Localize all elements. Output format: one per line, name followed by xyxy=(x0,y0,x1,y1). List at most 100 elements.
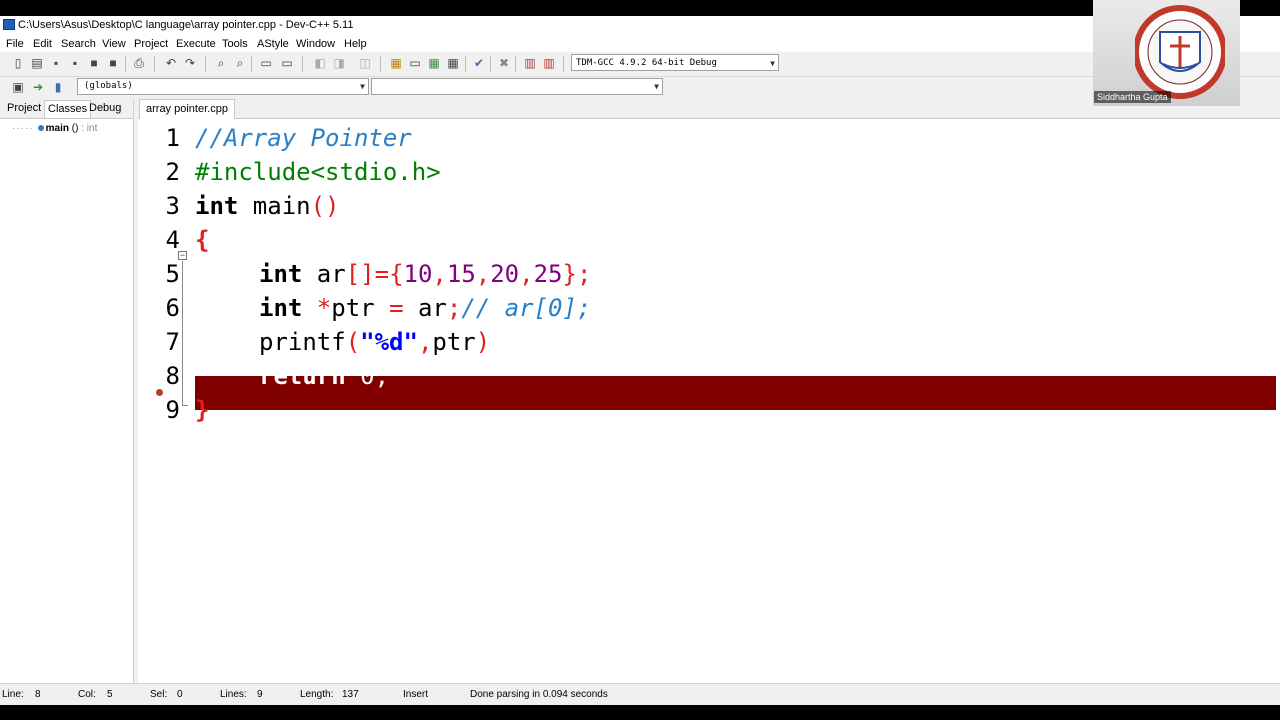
menu-execute[interactable]: Execute xyxy=(176,38,216,50)
menu-help[interactable]: Help xyxy=(344,38,367,50)
line-number: 3 xyxy=(165,192,180,220)
menu-window[interactable]: Window xyxy=(296,38,335,50)
code-editor: array pointer.cpp 1 2 3 4 5 6 7 8 9 − //… xyxy=(138,99,1280,683)
dev-cpp-window: C:\Users\Asus\Desktop\C language\array p… xyxy=(0,16,1280,705)
status-lines-value: 9 xyxy=(257,689,263,700)
breakpoint-icon[interactable] xyxy=(156,389,163,396)
compiler-select-value: TDM-GCC 4.9.2 64-bit Debug xyxy=(576,58,717,68)
line-number: 6 xyxy=(165,294,180,322)
line-number: 4 xyxy=(165,226,180,254)
fold-end xyxy=(182,405,188,406)
undo-icon[interactable]: ↶ xyxy=(163,55,179,71)
menu-search[interactable]: Search xyxy=(61,38,96,50)
chevron-down-icon: ▼ xyxy=(770,59,775,68)
status-bar: Line: 8 Col: 5 Sel: 0 Lines: 9 Length: 1… xyxy=(0,683,1280,705)
scope-select[interactable]: (globals) ▼ xyxy=(77,78,369,95)
tab-debug[interactable]: Debug xyxy=(86,100,124,117)
webcam-overlay: Siddhartha Gupta xyxy=(1093,0,1240,106)
menu-astyle[interactable]: AStyle xyxy=(257,38,289,50)
line-number: 5 xyxy=(165,260,180,288)
file-tab[interactable]: array pointer.cpp xyxy=(139,99,235,119)
function-signature: () xyxy=(71,123,79,134)
menu-tools[interactable]: Tools xyxy=(222,38,248,50)
stop-execution-icon[interactable]: ✖ xyxy=(496,55,512,71)
menu-project[interactable]: Project xyxy=(134,38,168,50)
title-bar: C:\Users\Asus\Desktop\C language\array p… xyxy=(0,16,1280,35)
tab-project[interactable]: Project xyxy=(4,100,44,117)
code-line-3: int main() xyxy=(195,192,340,220)
line-number: 9 xyxy=(165,396,180,424)
participant-name: Siddhartha Gupta xyxy=(1094,91,1171,103)
menu-edit[interactable]: Edit xyxy=(33,38,52,50)
window-title: C:\Users\Asus\Desktop\C language\array p… xyxy=(18,19,354,31)
code-line-1: //Array Pointer xyxy=(195,124,412,152)
status-line-label: Line: xyxy=(2,689,24,700)
redo-icon[interactable]: ↷ xyxy=(182,55,198,71)
save-all-icon[interactable]: ▪ xyxy=(67,55,83,71)
close-file-icon[interactable]: ■ xyxy=(86,55,102,71)
menu-view[interactable]: View xyxy=(102,38,126,50)
code-line-2: #include<stdio.h> xyxy=(195,158,441,186)
run-icon[interactable]: ▭ xyxy=(407,55,423,71)
compile-icon[interactable]: ▦ xyxy=(388,55,404,71)
new-file-icon[interactable]: ▯ xyxy=(10,55,26,71)
find-icon[interactable]: ⌕ xyxy=(213,55,229,71)
line-number: 2 xyxy=(165,158,180,186)
status-col-label: Col: xyxy=(78,689,96,700)
tab-classes[interactable]: Classes xyxy=(44,100,92,118)
status-length-value: 137 xyxy=(342,689,359,700)
scope-select-value: (globals) xyxy=(84,81,133,91)
function-return-type: : int xyxy=(81,123,98,134)
code-area[interactable]: 1 2 3 4 5 6 7 8 9 − //Array Pointer #inc… xyxy=(138,119,1280,679)
fold-line xyxy=(182,261,183,406)
status-lines-label: Lines: xyxy=(220,689,247,700)
chevron-down-icon: ▼ xyxy=(654,82,659,91)
toggle-comment-icon[interactable]: ◫ xyxy=(357,55,373,71)
compiler-select[interactable]: TDM-GCC 4.9.2 64-bit Debug ▼ xyxy=(571,54,779,71)
rebuild-icon[interactable]: ▦ xyxy=(445,55,461,71)
menu-bar: File Edit Search View Project Execute To… xyxy=(0,35,1280,53)
left-panel: Project Classes Debug ····· main () : int xyxy=(0,99,134,683)
panel-tabs: Project Classes Debug xyxy=(0,99,133,119)
indent-icon[interactable]: ◧ xyxy=(312,55,328,71)
status-sel-label: Sel: xyxy=(150,689,168,700)
code-line-4: { xyxy=(195,226,210,254)
toggle-bookmark-icon[interactable]: ▮ xyxy=(50,79,66,95)
status-mode: Insert xyxy=(403,689,429,700)
check-syntax-icon[interactable]: ✔ xyxy=(471,55,487,71)
chevron-down-icon: ▼ xyxy=(360,82,365,91)
menu-file[interactable]: File xyxy=(6,38,24,50)
save-icon[interactable]: ▪ xyxy=(48,55,64,71)
replace-icon[interactable]: ⌕ xyxy=(232,55,248,71)
close-all-icon[interactable]: ■ xyxy=(105,55,121,71)
line-number: 8 xyxy=(165,362,180,390)
code-line-7: printf("%d",ptr) xyxy=(259,328,491,356)
status-sel-value: 0 xyxy=(177,689,183,700)
goto-line-icon[interactable]: ▭ xyxy=(258,55,274,71)
function-icon xyxy=(37,125,44,131)
unindent-icon[interactable]: ◨ xyxy=(331,55,347,71)
code-line-9: } xyxy=(195,396,210,424)
fold-toggle-icon[interactable]: − xyxy=(178,251,187,260)
code-line-6: int *ptr = ar;// ar[0]; xyxy=(259,294,592,322)
status-length-label: Length: xyxy=(300,689,334,700)
college-logo xyxy=(1135,5,1225,99)
print-icon[interactable]: ⎙ xyxy=(131,55,147,71)
main-toolbar: ▯ ▤ ▪ ▪ ■ ■ ⎙ ↶ ↷ ⌕ ⌕ ▭ ▭ ◧ ◨ ◫ ▦ ▭ ▦ ▦ … xyxy=(0,52,1280,77)
goto-icon[interactable]: ➔ xyxy=(30,79,46,95)
delete-profile-icon[interactable]: ▥ xyxy=(541,55,557,71)
member-select[interactable]: ▼ xyxy=(371,78,663,95)
line-number: 7 xyxy=(165,328,180,356)
bookmark-icon[interactable]: ▭ xyxy=(279,55,295,71)
compile-run-icon[interactable]: ▦ xyxy=(426,55,442,71)
status-message: Done parsing in 0.094 seconds xyxy=(470,689,608,700)
code-line-5: int ar[]={10,15,20,25}; xyxy=(259,260,592,288)
code-line-8: return 0; xyxy=(259,362,390,390)
profile-icon[interactable]: ▥ xyxy=(522,55,538,71)
app-icon xyxy=(3,19,15,30)
class-tree-item[interactable]: ····· main () : int xyxy=(12,123,97,134)
open-file-icon[interactable]: ▤ xyxy=(29,55,45,71)
function-name: main xyxy=(45,123,69,134)
insert-icon[interactable]: ▣ xyxy=(10,79,26,95)
line-number: 1 xyxy=(165,124,180,152)
